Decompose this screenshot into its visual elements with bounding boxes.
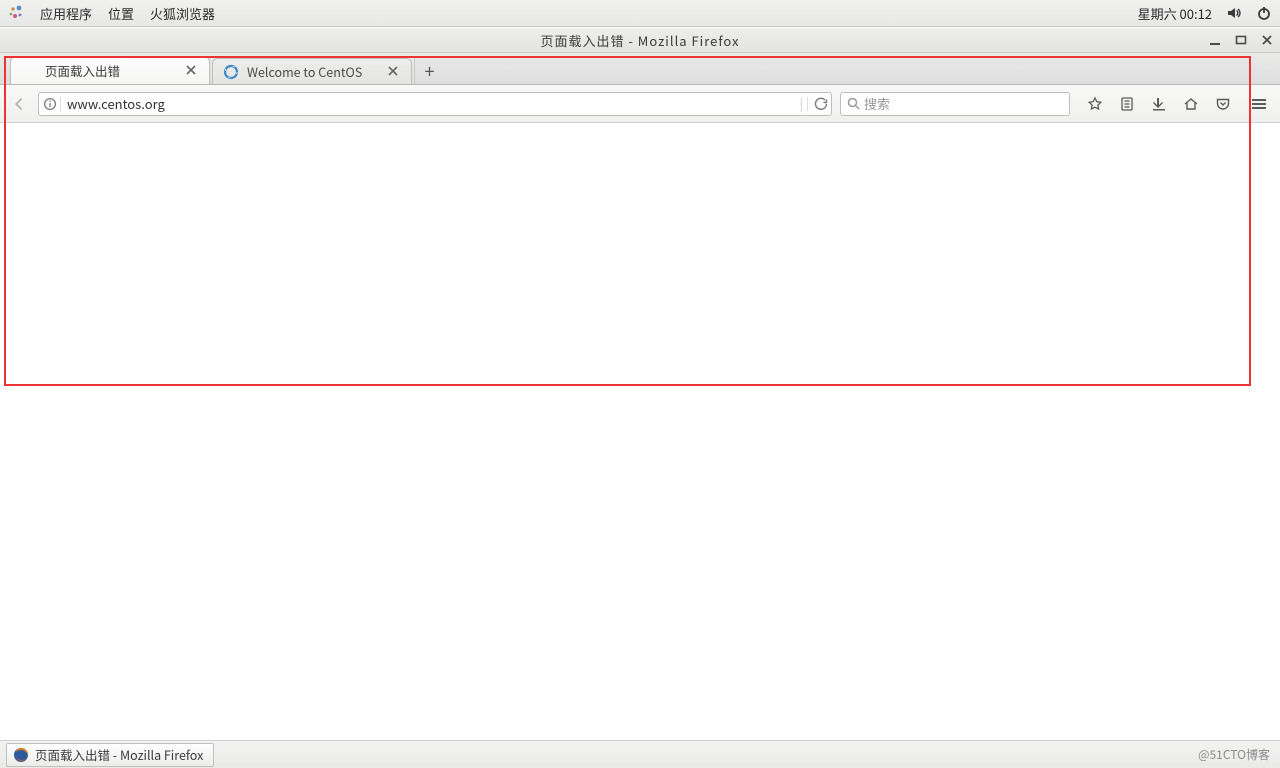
url-input[interactable] — [67, 94, 795, 113]
window-close-button[interactable] — [1260, 33, 1274, 47]
search-icon — [847, 97, 860, 110]
tab-close-button[interactable] — [185, 64, 199, 78]
menu-places[interactable]: 位置 — [108, 4, 134, 23]
tab-welcome-centos[interactable]: Welcome to CentOS — [212, 58, 412, 84]
gnome-top-bar: 应用程序 位置 火狐浏览器 星期六 00:12 — [0, 0, 1280, 27]
volume-icon[interactable] — [1226, 5, 1242, 21]
taskbar-button-label: 页面载入出错 - Mozilla Firefox — [35, 745, 203, 764]
window-title: 页面载入出错 - Mozilla Firefox — [540, 31, 739, 50]
firefox-icon — [13, 747, 29, 763]
home-icon[interactable] — [1182, 95, 1200, 113]
power-icon[interactable] — [1256, 5, 1272, 21]
new-tab-button[interactable]: + — [414, 58, 444, 84]
gnome-foot-icon — [8, 5, 24, 21]
warning-icon — [21, 63, 37, 79]
menu-applications[interactable]: 应用程序 — [40, 4, 92, 23]
bookmarks-list-icon[interactable] — [1118, 95, 1136, 113]
tab-title: 页面载入出错 — [45, 61, 179, 80]
menu-firefox[interactable]: 火狐浏览器 — [150, 4, 215, 23]
url-bar[interactable]: | — [38, 92, 832, 116]
window-maximize-button[interactable] — [1234, 33, 1248, 47]
menu-hamburger-icon[interactable] — [1250, 95, 1268, 113]
reload-button[interactable] — [807, 97, 827, 111]
search-input[interactable] — [864, 94, 1063, 113]
pocket-icon[interactable] — [1214, 95, 1232, 113]
tab-title: Welcome to CentOS — [247, 62, 381, 81]
bookmark-star-icon[interactable] — [1086, 95, 1104, 113]
downloads-icon[interactable] — [1150, 95, 1168, 113]
tab-close-button[interactable] — [387, 65, 401, 79]
clock-label[interactable]: 星期六 00:12 — [1138, 4, 1212, 23]
gnome-taskbar: 页面载入出错 - Mozilla Firefox @51CTO博客 — [0, 740, 1280, 768]
back-button[interactable] — [8, 93, 30, 115]
tab-strip: 页面载入出错 Welcome to CentOS + — [0, 53, 1280, 85]
window-minimize-button[interactable] — [1208, 33, 1222, 47]
window-titlebar: 页面载入出错 - Mozilla Firefox — [0, 27, 1280, 53]
taskbar-firefox-button[interactable]: 页面载入出错 - Mozilla Firefox — [6, 743, 214, 767]
page-content — [0, 123, 1280, 740]
url-separator: | — [799, 94, 803, 113]
tab-page-load-error[interactable]: 页面载入出错 — [10, 56, 210, 84]
nav-toolbar: | — [0, 85, 1280, 123]
watermark-label: @51CTO博客 — [1198, 746, 1270, 763]
search-bar[interactable] — [840, 92, 1070, 116]
centos-icon — [223, 64, 239, 80]
identity-info-icon[interactable] — [43, 97, 61, 111]
